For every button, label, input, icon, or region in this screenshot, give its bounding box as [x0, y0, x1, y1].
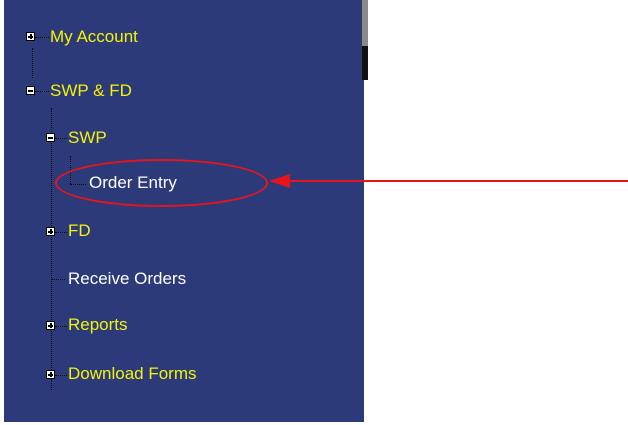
- tree-connector: [35, 37, 49, 38]
- nav-tree-panel: [4, 0, 364, 422]
- tree-item-reports[interactable]: Reports: [68, 315, 128, 335]
- tree-connector: [55, 232, 67, 233]
- tree-connector: [55, 326, 67, 327]
- tree-item-download-forms[interactable]: Download Forms: [68, 364, 197, 384]
- tree-connector: [35, 91, 49, 92]
- expand-icon[interactable]: [46, 370, 55, 379]
- arrow-left-icon: [269, 174, 290, 188]
- annotation-arrow-line: [289, 180, 628, 182]
- expand-icon[interactable]: [46, 227, 55, 236]
- tree-item-fd[interactable]: FD: [68, 221, 91, 241]
- content-edge-dark: [362, 46, 368, 80]
- tree-connector: [32, 48, 33, 78]
- tree-connector: [55, 375, 67, 376]
- tree-item-swp-fd[interactable]: SWP & FD: [50, 81, 132, 101]
- collapse-icon[interactable]: [46, 133, 55, 142]
- tree-item-swp[interactable]: SWP: [68, 128, 107, 148]
- content-edge: [362, 0, 368, 46]
- collapse-icon[interactable]: [26, 86, 35, 95]
- expand-icon[interactable]: [26, 32, 35, 41]
- tree-connector: [51, 279, 65, 280]
- tree-item-my-account[interactable]: My Account: [50, 27, 138, 47]
- tree-connector: [51, 108, 52, 390]
- expand-icon[interactable]: [46, 321, 55, 330]
- tree-item-receive-orders[interactable]: Receive Orders: [68, 269, 186, 289]
- highlight-ellipse: [55, 159, 268, 207]
- tree-connector: [55, 138, 67, 139]
